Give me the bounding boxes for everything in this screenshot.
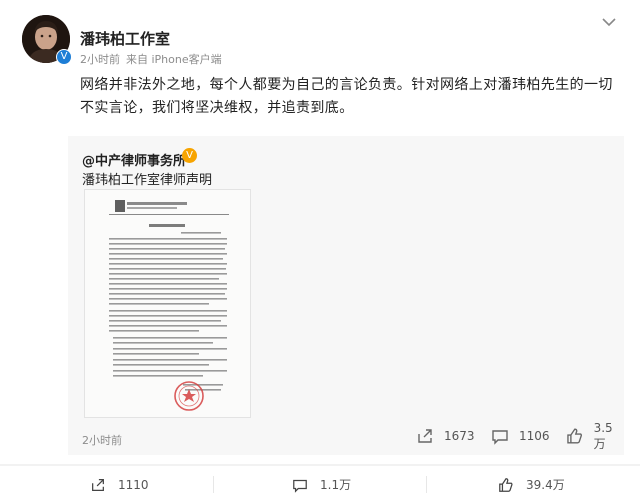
repost-time[interactable]: 2小时前 — [82, 432, 122, 448]
repost-like-count: 3.5万 — [593, 420, 613, 451]
like-count: 39.4万 — [526, 478, 565, 492]
verified-badge-icon: V — [182, 148, 197, 163]
repost-text: 潘玮柏工作室律师声明 — [82, 173, 213, 188]
comment-icon — [293, 479, 307, 493]
post-time[interactable]: 2小时前 — [80, 53, 120, 66]
post-source: 来自 iPhone客户端 — [126, 53, 222, 66]
repost-block[interactable]: @中产律师事务所 V 潘玮柏工作室律师声明 2小时前 1673 1106 3.5… — [68, 136, 624, 455]
repost-comment-button[interactable]: 1106 — [491, 426, 550, 446]
share-button[interactable]: 1110 — [90, 466, 149, 503]
divider — [213, 476, 214, 493]
like-button[interactable]: 39.4万 — [498, 466, 565, 503]
repost-comment-count: 1106 — [519, 429, 550, 443]
repost-share-button[interactable]: 1673 — [416, 426, 475, 446]
repost-author[interactable]: @中产律师事务所 — [82, 150, 186, 169]
thumbs-up-icon — [567, 428, 582, 444]
share-count: 1110 — [118, 477, 149, 492]
post-text: 网络并非法外之地，每个人都要为自己的言论负责。针对网络上对潘玮柏先生的一切不实言… — [80, 77, 613, 116]
repost-like-button[interactable]: 3.5万 — [566, 421, 624, 451]
verified-badge-icon: V — [56, 49, 72, 65]
document-image[interactable] — [84, 189, 251, 418]
comment-button[interactable]: 1.1万 — [292, 466, 351, 503]
share-icon — [92, 478, 104, 491]
chevron-down-icon[interactable] — [602, 16, 616, 28]
thumbs-up-icon — [499, 477, 513, 492]
comment-icon — [492, 430, 508, 445]
repost-share-count: 1673 — [444, 429, 475, 443]
post-action-bar: 1110 1.1万 39.4万 — [0, 466, 640, 503]
post-card: V 潘玮柏工作室 2小时前 来自 iPhone客户端 网络并非法外之地，每个人都要… — [0, 0, 640, 464]
post-meta: 2小时前 来自 iPhone客户端 — [80, 51, 222, 67]
comment-count: 1.1万 — [320, 478, 352, 492]
share-icon — [418, 429, 432, 443]
author-name[interactable]: 潘玮柏工作室 — [80, 28, 170, 49]
divider — [426, 476, 427, 493]
